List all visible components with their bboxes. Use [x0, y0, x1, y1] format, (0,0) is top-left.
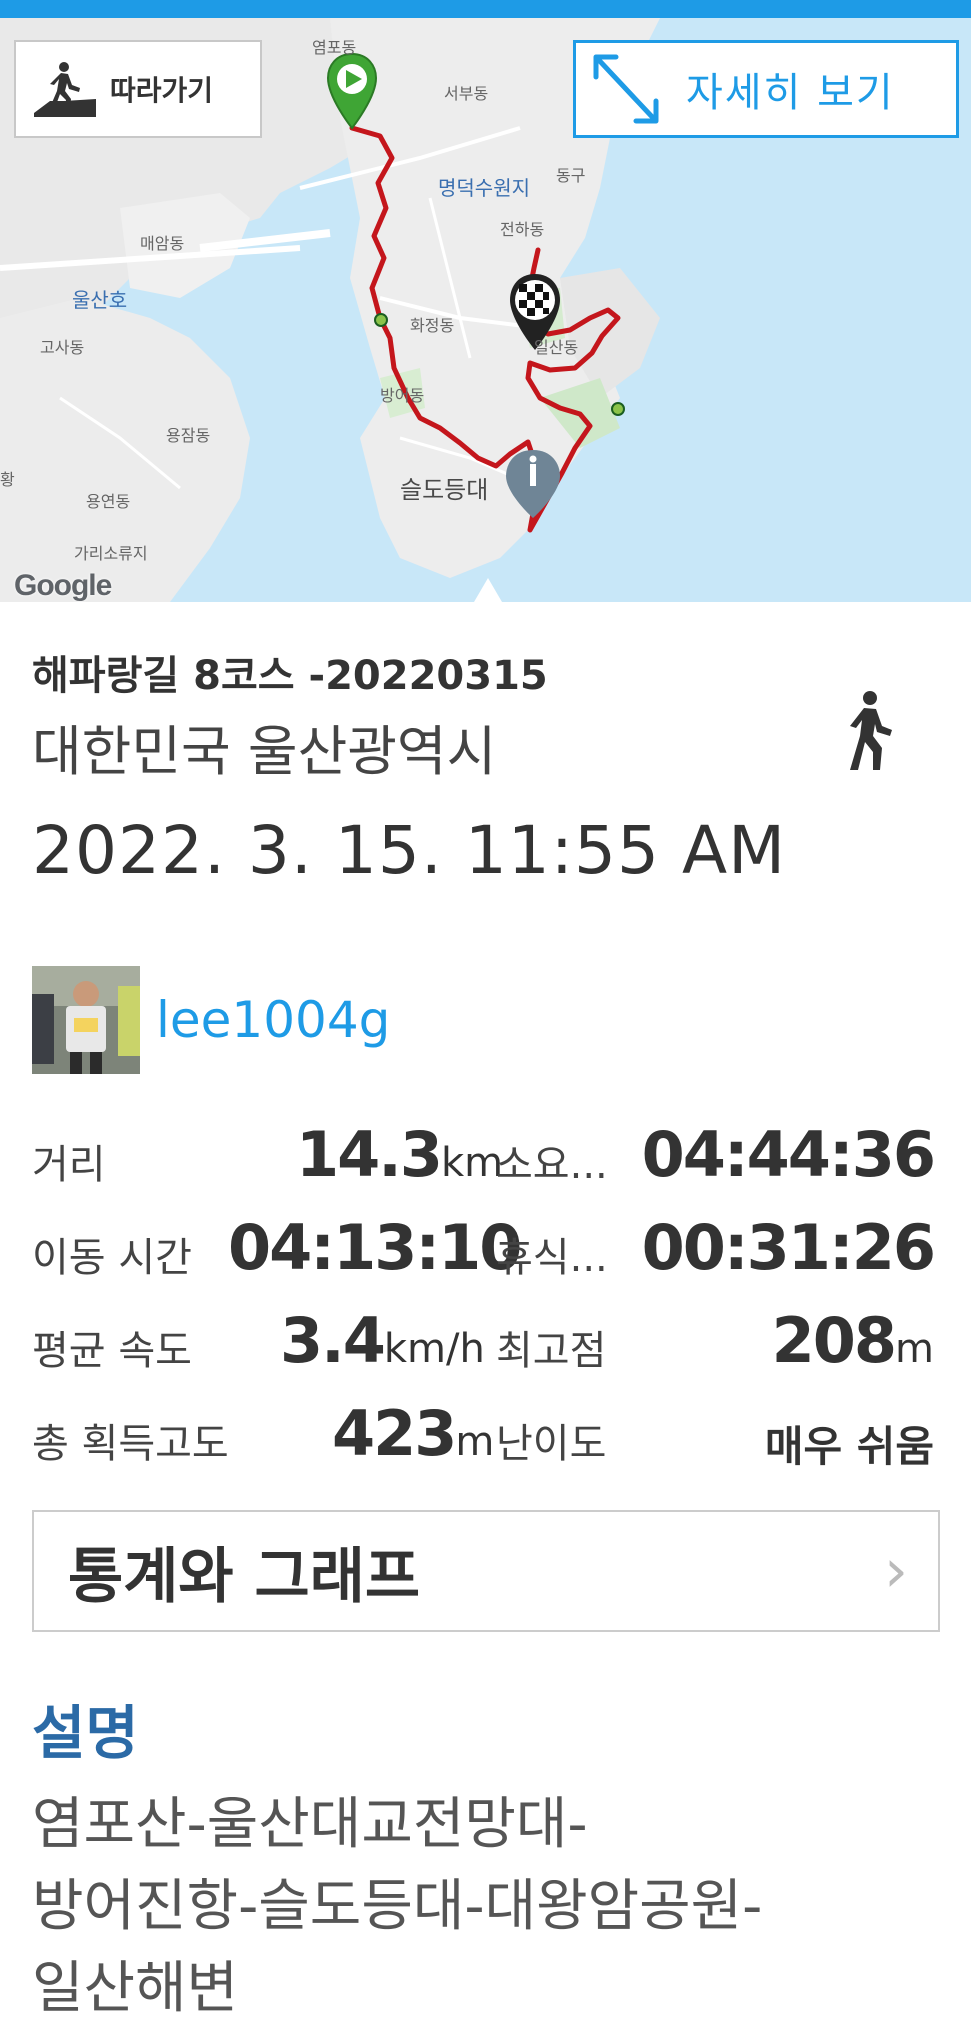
distance-label: 거리 [32, 1142, 106, 1188]
moving-time-label: 이동 시간 [32, 1235, 192, 1281]
view-detail-label: 자세히 보기 [686, 70, 895, 116]
track-title: 해파랑길 8코스 -20220315 [32, 653, 548, 699]
description-text: 염포산-울산대교전망대- 방어진항-슬도등대-대왕암공원- 일산해변 [32, 1784, 932, 2030]
chevron-right-icon: › [884, 1536, 908, 1606]
map-label-yeompo: 염포동 [312, 38, 357, 57]
total-ascent-unit: m [455, 1419, 495, 1465]
map-label-maeam: 매암동 [140, 234, 185, 253]
moving-time-value: 04:13:10 [228, 1211, 522, 1284]
map-label-hwajeong: 화정동 [410, 316, 455, 335]
username-link[interactable]: lee1004g [156, 991, 390, 1049]
rest-time-value: 00:31:26 [641, 1211, 936, 1284]
distance-unit: km [440, 1140, 504, 1186]
map-label-myeongdeok: 명덕수원지 [438, 176, 530, 200]
stats-graph-button[interactable]: 통계와 그래프 › [32, 1510, 940, 1632]
track-datetime: 2022. 3. 15. 11:55 AM [32, 812, 787, 889]
total-ascent-value: 423m [332, 1397, 495, 1470]
difficulty-value: 매우 쉬움 [764, 1422, 934, 1471]
avg-speed-value: 3.4km/h [280, 1304, 485, 1377]
track-location: 대한민국 울산광역시 [32, 720, 497, 783]
peak-unit: m [895, 1326, 934, 1372]
stat-row-speed: 평균 속도 3.4km/h 최고점 208m [32, 1296, 940, 1389]
map-label-ulsanho: 울산호 [72, 288, 128, 312]
map-label-donggu: 동구 [556, 166, 586, 185]
map-label-gari: 가리소류지 [74, 544, 148, 563]
description-line: 방어진항-슬도등대-대왕암공원- [32, 1874, 763, 1939]
map-pointer-notch [474, 578, 502, 602]
map-label-yongyeon: 용연동 [86, 492, 131, 511]
avg-speed-label: 평균 속도 [32, 1328, 192, 1374]
map-label-seobu: 서부동 [444, 84, 489, 103]
peak-value: 208m [771, 1304, 934, 1377]
map-label-yongjam: 용잠동 [166, 426, 211, 445]
stat-row-distance: 거리 14.3km 소요... 04:44:36 [32, 1110, 940, 1203]
stat-row-moving: 이동 시간 04:13:10 휴식... 00:31:26 [32, 1203, 940, 1296]
description-line: 일산해변 [32, 1956, 239, 2021]
distance-value: 14.3km [296, 1118, 504, 1191]
expand-arrows-icon [593, 54, 659, 124]
duration-label: 소요... [496, 1142, 608, 1188]
avg-speed-unit: km/h [383, 1326, 485, 1372]
avatar[interactable] [32, 966, 140, 1074]
map-label-bangeo: 방어동 [380, 386, 425, 405]
stats-graph-label: 통계와 그래프 [68, 1541, 421, 1612]
walking-icon [850, 691, 892, 770]
stats-grid: 거리 14.3km 소요... 04:44:36 이동 시간 04:13:10 … [32, 1110, 940, 1482]
description-title: 설명 [32, 1699, 139, 1767]
map-label-jeonha: 전하동 [500, 220, 545, 239]
follow-button[interactable]: 따라가기 [14, 40, 262, 138]
difficulty-label: 난이도 [496, 1421, 607, 1467]
follow-label: 따라가기 [110, 74, 214, 107]
start-marker-icon [326, 52, 378, 130]
map-label-ilsan: 일산동 [534, 338, 579, 357]
peak-label: 최고점 [496, 1328, 607, 1374]
track-info: 해파랑길 8코스 -20220315 대한민국 울산광역시 2022. 3. 1… [32, 648, 932, 896]
google-logo: Google [14, 569, 112, 602]
rest-time-label: 휴식... [496, 1235, 608, 1281]
top-accent-bar [0, 0, 971, 18]
user-profile[interactable]: lee1004g [32, 966, 390, 1074]
map-label-hwang: 황 [0, 470, 15, 489]
duration-value: 04:44:36 [641, 1118, 936, 1191]
follow-walker-icon [34, 62, 96, 117]
total-ascent-label: 총 획득고도 [32, 1421, 229, 1467]
map-label-seuldo: 슬도등대 [400, 476, 489, 504]
description-line: 염포산-울산대교전망대- [32, 1792, 588, 1857]
map-label-gosa: 고사동 [40, 338, 85, 357]
stat-row-ascent: 총 획득고도 423m 난이도 매우 쉬움 [32, 1389, 940, 1482]
view-detail-button[interactable]: 자세히 보기 [573, 40, 959, 138]
